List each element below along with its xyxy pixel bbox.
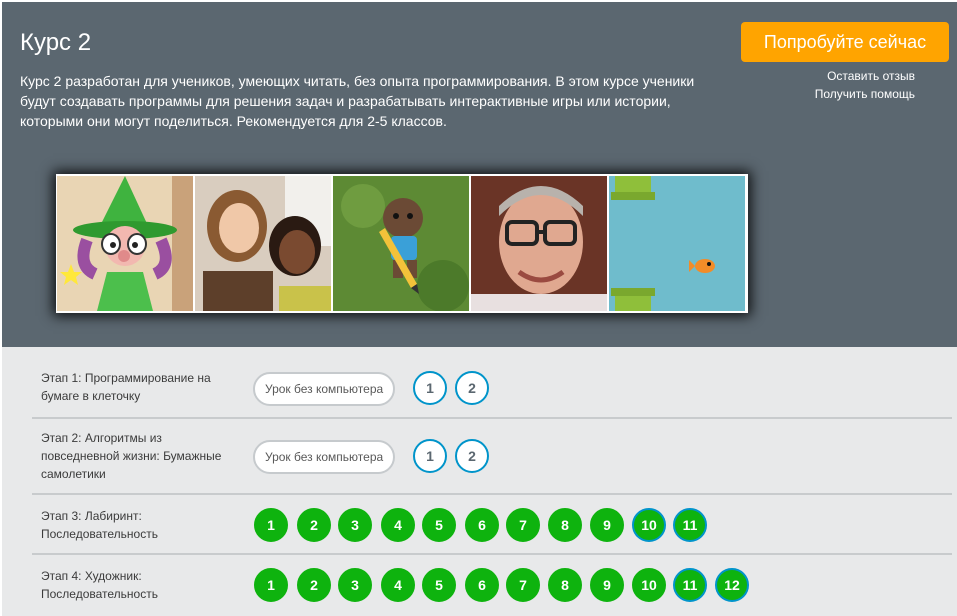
level-bubble[interactable]: 5 bbox=[422, 508, 456, 542]
stage-label: Этап 1: Программирование на бумаге в кле… bbox=[41, 371, 211, 403]
speaker-photo bbox=[471, 176, 607, 311]
level-bubble[interactable]: 5 bbox=[422, 568, 456, 602]
level-bubble[interactable]: 10 bbox=[632, 508, 666, 542]
level-bubble[interactable]: 11 bbox=[673, 508, 707, 542]
level-bubble[interactable]: 10 bbox=[632, 568, 666, 602]
stage-list: Этап 1: Программирование на бумаге в кле… bbox=[2, 347, 957, 616]
level-bubble[interactable]: 2 bbox=[297, 568, 331, 602]
level-bubble[interactable]: 4 bbox=[381, 568, 415, 602]
unplugged-lesson-button[interactable]: Урок без компьютера bbox=[253, 372, 396, 406]
level-bubble[interactable]: 3 bbox=[338, 568, 372, 602]
course-description: Курс 2 разработан для учеников, умеющих … bbox=[20, 73, 695, 129]
level-bubble[interactable]: 1 bbox=[413, 371, 447, 405]
level-bubble[interactable]: 2 bbox=[297, 508, 331, 542]
level-bubble[interactable]: 1 bbox=[254, 568, 288, 602]
level-bubble[interactable]: 8 bbox=[548, 568, 582, 602]
level-bubble[interactable]: 12 bbox=[715, 568, 749, 602]
level-bubble[interactable]: 2 bbox=[455, 439, 489, 473]
help-link[interactable]: Получить помощь bbox=[815, 87, 915, 101]
course-image-strip bbox=[56, 174, 748, 313]
artist-character-image bbox=[333, 176, 469, 311]
level-bubble[interactable]: 7 bbox=[506, 568, 540, 602]
unplugged-lesson-button[interactable]: Урок без компьютера bbox=[253, 440, 396, 474]
try-now-button[interactable]: Попробуйте сейчас bbox=[741, 22, 949, 62]
students-photo bbox=[195, 176, 331, 311]
level-bubble[interactable]: 4 bbox=[381, 508, 415, 542]
level-bubble[interactable]: 1 bbox=[254, 508, 288, 542]
stage-row-2: Этап 2: Алгоритмы из повседневной жизни:… bbox=[32, 419, 952, 495]
level-bubble[interactable]: 9 bbox=[590, 568, 624, 602]
level-bubble[interactable]: 2 bbox=[455, 371, 489, 405]
level-bubble[interactable]: 9 bbox=[590, 508, 624, 542]
stage-label: Этап 2: Алгоритмы из повседневной жизни:… bbox=[41, 431, 222, 481]
level-bubble[interactable]: 6 bbox=[465, 508, 499, 542]
level-bubble[interactable]: 11 bbox=[673, 568, 707, 602]
feedback-link[interactable]: Оставить отзыв bbox=[827, 69, 915, 83]
stage-row-4: Этап 4: Художник: Последовательность 1 2… bbox=[32, 555, 952, 616]
stage-row-3: Этап 3: Лабиринт: Последовательность 1 2… bbox=[32, 495, 952, 555]
level-bubble[interactable]: 3 bbox=[338, 508, 372, 542]
course-header: Курс 2 Курс 2 разработан для учеников, у… bbox=[2, 2, 957, 347]
level-bubble[interactable]: 6 bbox=[465, 568, 499, 602]
level-bubble[interactable]: 8 bbox=[548, 508, 582, 542]
stage-label: Этап 4: Художник: Последовательность bbox=[41, 569, 158, 601]
course-title: Курс 2 bbox=[20, 29, 92, 56]
level-bubble[interactable]: 1 bbox=[413, 439, 447, 473]
witch-character-image bbox=[57, 176, 193, 311]
stage-label: Этап 3: Лабиринт: Последовательность bbox=[41, 509, 158, 541]
level-bubble[interactable]: 7 bbox=[506, 508, 540, 542]
stage-row-1: Этап 1: Программирование на бумаге в кле… bbox=[32, 347, 952, 419]
flappy-game-image bbox=[609, 176, 745, 311]
